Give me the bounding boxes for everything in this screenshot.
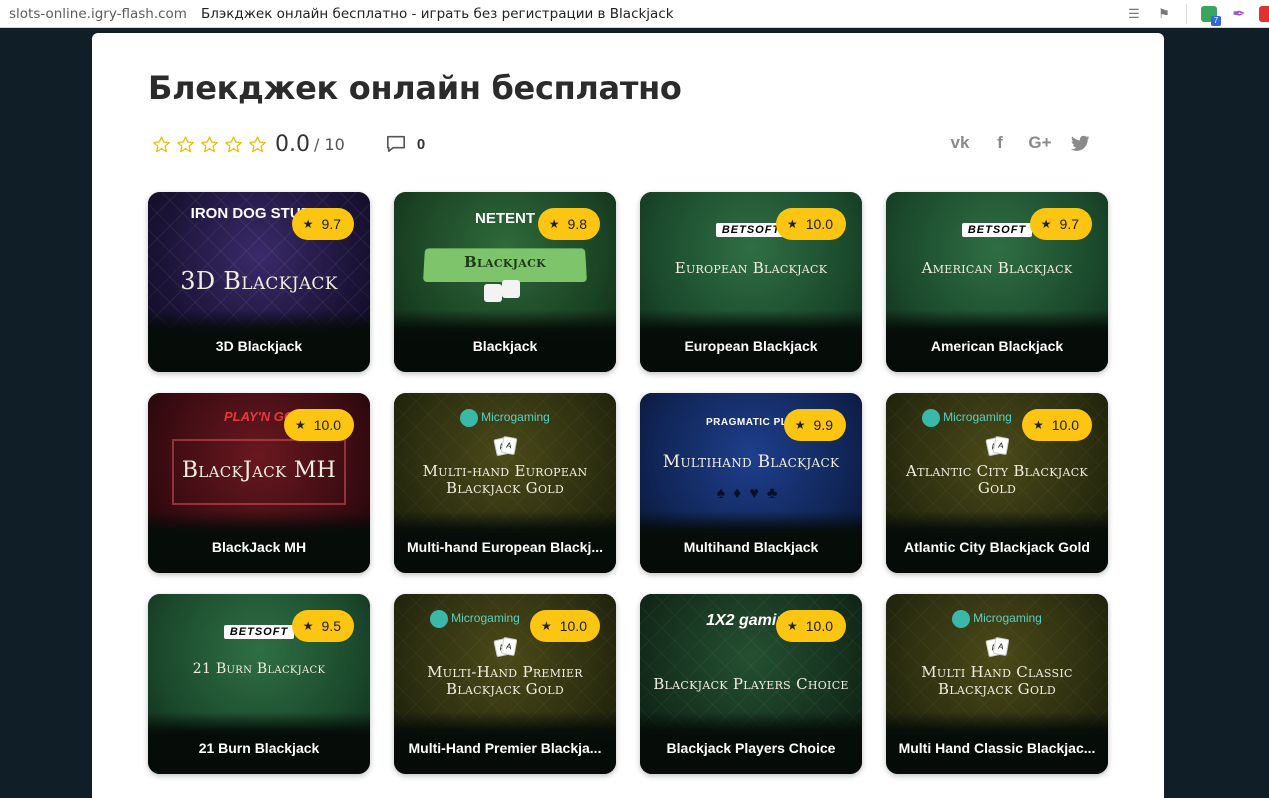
game-art-title: Blackjack bbox=[463, 253, 547, 271]
rating-stars bbox=[149, 133, 269, 155]
game-title: Multihand Blackjack bbox=[683, 539, 819, 555]
game-title: Multi-hand European Blackj... bbox=[406, 539, 604, 555]
game-art-title: 21 Burn Blackjack bbox=[192, 661, 326, 677]
facebook-icon[interactable]: f bbox=[988, 131, 1012, 155]
game-card[interactable]: BETSOFT American Blackjack ★ 9.7 American… bbox=[886, 192, 1108, 372]
rating-badge: ★ 9.9 bbox=[783, 409, 846, 441]
game-title: BlackJack MH bbox=[211, 539, 307, 555]
comment-icon bbox=[386, 135, 405, 153]
game-art-title: European Blackjack bbox=[674, 259, 828, 277]
dice-icon bbox=[484, 280, 524, 304]
star-icon: ★ bbox=[794, 418, 806, 432]
google-plus-icon[interactable]: G+ bbox=[1028, 131, 1052, 155]
rating-max: / 10 bbox=[314, 134, 345, 154]
game-card[interactable]: PLAY'N GO BlackJack MH ★ 10.0 BlackJack M… bbox=[148, 393, 370, 573]
game-art-title: BlackJack MH bbox=[181, 458, 337, 483]
share-buttons: vk f G+ bbox=[932, 131, 1092, 155]
star-icon[interactable] bbox=[173, 133, 197, 155]
cards-icon: AA bbox=[985, 636, 1010, 658]
game-card[interactable]: BETSOFT 21 Burn Blackjack ★ 9.5 21 Burn B… bbox=[148, 594, 370, 774]
comments-link[interactable]: 0 bbox=[385, 134, 425, 154]
rating-badge: ★ 10.0 bbox=[1021, 409, 1092, 441]
browser-toolbar-icons: ☰ ⚑ 7 ✒ bbox=[1112, 0, 1269, 28]
games-grid: IRON DOG STUDIO 3D Blackjack ★ 9.7 3D Bla… bbox=[148, 192, 1108, 774]
card-suits-icon: ♠♦♥♣ bbox=[716, 485, 786, 502]
rating-badge: ★ 9.7 bbox=[1029, 208, 1092, 240]
star-icon: ★ bbox=[786, 619, 798, 633]
game-title: 3D Blackjack bbox=[215, 338, 303, 354]
reader-mode-icon[interactable]: ☰ bbox=[1126, 6, 1142, 22]
game-card[interactable]: 1X2 gaming Blackjack Players Choice ★ 10.… bbox=[640, 594, 862, 774]
browser-bar: slots-online.igry-flash.com Блэкджек онл… bbox=[0, 0, 1269, 28]
rating-badge: ★ 10.0 bbox=[529, 610, 600, 642]
game-card[interactable]: IRON DOG STUDIO 3D Blackjack ★ 9.7 3D Bla… bbox=[148, 192, 370, 372]
game-title: Atlantic City Blackjack Gold bbox=[904, 539, 1090, 555]
game-card[interactable]: BETSOFT European Blackjack ★ 10.0 Europea… bbox=[640, 192, 862, 372]
game-art-title: Blackjack Players Choice bbox=[653, 675, 849, 693]
rating-badge: ★ 10.0 bbox=[775, 610, 846, 642]
game-card[interactable]: Microgaming AA Multi-Hand Premier Blackj… bbox=[394, 594, 616, 774]
star-icon: ★ bbox=[302, 619, 314, 633]
provider-logo: Microgaming bbox=[886, 610, 1108, 628]
game-title: 21 Burn Blackjack bbox=[198, 740, 320, 756]
toolbar-divider bbox=[1186, 4, 1187, 24]
star-icon: ★ bbox=[540, 619, 552, 633]
star-icon[interactable] bbox=[245, 133, 269, 155]
extension-pen-icon[interactable]: ✒ bbox=[1231, 6, 1247, 23]
star-icon[interactable] bbox=[149, 133, 173, 155]
game-art-title: Multihand Blackjack bbox=[662, 452, 840, 472]
address-bar-url[interactable]: slots-online.igry-flash.com bbox=[9, 6, 187, 22]
star-icon: ★ bbox=[1032, 418, 1044, 432]
star-icon[interactable] bbox=[197, 133, 221, 155]
extension-green-icon[interactable]: 7 bbox=[1201, 6, 1221, 26]
game-card[interactable]: Microgaming AA Multi Hand Classic Blackj… bbox=[886, 594, 1108, 774]
star-icon: ★ bbox=[294, 418, 306, 432]
content-panel: Блекджек онлайн бесплатно 0.0 / 10 0 vk … bbox=[92, 33, 1164, 798]
game-art-title: Multi Hand Classic Blackjack Gold bbox=[921, 663, 1073, 698]
game-art-title: Multi-Hand Premier Blackjack Gold bbox=[427, 663, 583, 698]
twitter-icon[interactable] bbox=[1068, 131, 1092, 155]
game-card[interactable]: Microgaming AA Atlantic City Blackjack G… bbox=[886, 393, 1108, 573]
rating-value: 0.0 bbox=[275, 131, 310, 157]
game-title: European Blackjack bbox=[684, 338, 818, 354]
star-icon[interactable] bbox=[221, 133, 245, 155]
cards-icon: AA bbox=[493, 636, 518, 658]
rating-row: 0.0 / 10 0 bbox=[149, 129, 425, 159]
rating-badge: ★ 9.8 bbox=[537, 208, 600, 240]
provider-logo: Microgaming bbox=[394, 409, 616, 427]
game-art-title: Multi-hand European Blackjack Gold bbox=[422, 462, 588, 497]
game-art-title: Atlantic City Blackjack Gold bbox=[906, 462, 1088, 497]
game-title: Blackjack Players Choice bbox=[666, 740, 836, 756]
game-art-title: 3D Blackjack bbox=[180, 267, 338, 295]
comment-count: 0 bbox=[416, 135, 426, 153]
star-icon: ★ bbox=[548, 217, 560, 231]
extension-red-icon[interactable] bbox=[1259, 6, 1269, 22]
rating-badge: ★ 10.0 bbox=[283, 409, 354, 441]
game-title: Blackjack bbox=[472, 338, 538, 354]
star-icon: ★ bbox=[302, 217, 314, 231]
star-icon: ★ bbox=[786, 217, 798, 231]
cards-icon: AA bbox=[493, 435, 518, 457]
game-title: Multi-Hand Premier Blackja... bbox=[408, 740, 602, 756]
rating-badge: ★ 10.0 bbox=[775, 208, 846, 240]
vk-icon[interactable]: vk bbox=[948, 131, 972, 155]
star-icon: ★ bbox=[1040, 217, 1052, 231]
cards-icon: AA bbox=[985, 435, 1010, 457]
page-title: Блекджек онлайн бесплатно bbox=[148, 69, 682, 107]
game-title: Multi Hand Classic Blackjac... bbox=[898, 740, 1096, 756]
game-art-title: American Blackjack bbox=[921, 259, 1073, 277]
rating-badge: ★ 9.5 bbox=[291, 610, 354, 642]
game-card[interactable]: NETENT Blackjack ★ 9.8 Blackjack bbox=[394, 192, 616, 372]
rating-badge: ★ 9.7 bbox=[291, 208, 354, 240]
bookmark-icon[interactable]: ⚑ bbox=[1156, 6, 1172, 22]
game-title: American Blackjack bbox=[930, 338, 1064, 354]
game-card[interactable]: Microgaming AA Multi-hand European Black… bbox=[394, 393, 616, 573]
browser-page-title: Блэкджек онлайн бесплатно - играть без р… bbox=[200, 5, 674, 22]
game-card[interactable]: PRAGMATIC PLAY Multihand Blackjack ♠♦♥♣ … bbox=[640, 393, 862, 573]
